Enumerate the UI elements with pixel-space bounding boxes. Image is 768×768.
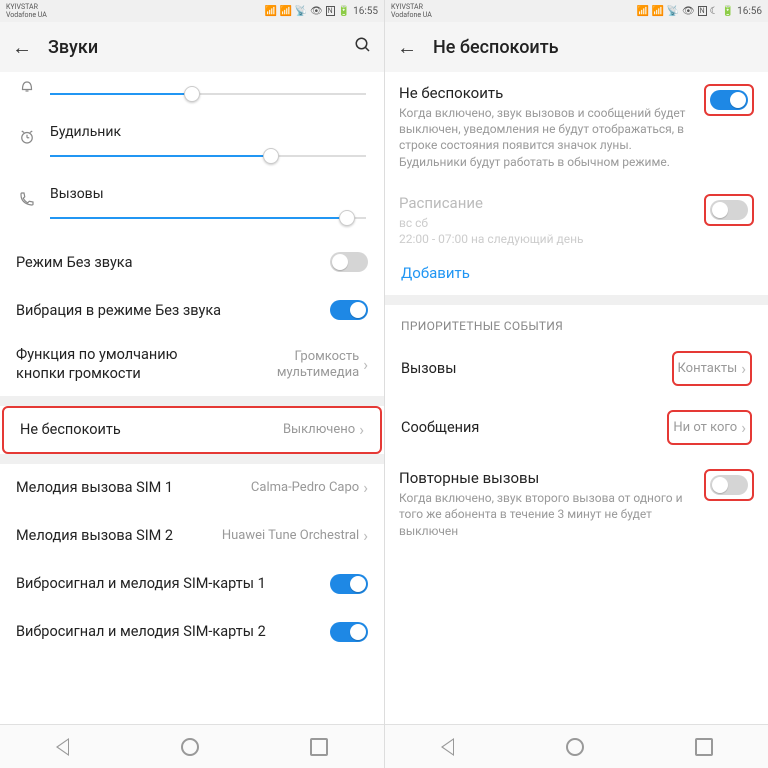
slider-alarm-label: Будильник	[50, 124, 366, 140]
clock: 16:55	[353, 6, 378, 17]
row-vibe-sim2[interactable]: Вибросигнал и мелодия SIM-карты 2	[0, 608, 384, 656]
chevron-icon: ›	[741, 359, 746, 378]
slider-alarm[interactable]: Будильник	[0, 114, 384, 176]
row-add-schedule[interactable]: Добавить	[385, 259, 768, 295]
chevron-icon: ›	[363, 478, 368, 497]
nav-home[interactable]	[566, 738, 584, 756]
row-ringtone-sim2[interactable]: Мелодия вызова SIM 2 Huawei Tune Orchest…	[0, 512, 384, 560]
row-repeat-calls: Повторные вызовы Когда включено, звук вт…	[385, 457, 768, 551]
bell-icon	[12, 76, 42, 99]
row-messages-priority[interactable]: Сообщения Ни от кого ›	[385, 398, 768, 457]
back-icon[interactable]: ←	[12, 35, 32, 60]
nav-back[interactable]	[56, 738, 70, 756]
nfc-icon: N	[326, 6, 335, 16]
nav-recent[interactable]	[695, 738, 713, 756]
eye-icon: 👁	[682, 6, 695, 17]
slider-calls-label: Вызовы	[50, 186, 366, 202]
carrier-1: KYIVSTAR	[391, 3, 432, 11]
slider-calls[interactable]: Вызовы	[0, 176, 384, 238]
page-title: Звуки	[48, 37, 338, 58]
section-priority: ПРИОРИТЕТНЫЕ СОБЫТИЯ	[385, 305, 768, 339]
battery-icon: 🔋	[338, 6, 350, 17]
chevron-icon: ›	[741, 418, 746, 437]
moon-icon: ☾	[710, 6, 719, 17]
chevron-icon: ›	[363, 355, 368, 374]
row-volume-fn[interactable]: Функция по умолчанию кнопки громкости Гр…	[0, 334, 384, 396]
header: ← Не беспокоить	[385, 22, 768, 72]
row-vibe-sim1[interactable]: Вибросигнал и мелодия SIM-карты 1	[0, 560, 384, 608]
row-dnd-master: Не беспокоить Когда включено, звук вызов…	[385, 72, 768, 182]
nav-bar	[385, 724, 768, 768]
search-icon[interactable]	[354, 36, 372, 59]
slider-melody[interactable]: Мелодии	[0, 72, 384, 114]
signal-icon: 📶 📶 📡	[265, 6, 307, 17]
carrier-1: KYIVSTAR	[6, 3, 47, 11]
nav-recent[interactable]	[310, 738, 328, 756]
nav-back[interactable]	[441, 738, 455, 756]
row-silent-mode[interactable]: Режим Без звука	[0, 238, 384, 286]
header: ← Звуки	[0, 22, 384, 72]
toggle-dnd[interactable]	[710, 90, 748, 110]
row-calls-priority[interactable]: Вызовы Контакты ›	[385, 339, 768, 398]
battery-icon: 🔋	[722, 6, 734, 17]
signal-icon: 📶 📶 📡	[637, 6, 679, 17]
alarm-icon	[12, 128, 42, 151]
toggle-vibe-sim2[interactable]	[330, 622, 368, 642]
toggle-vibe-sim1[interactable]	[330, 574, 368, 594]
back-icon[interactable]: ←	[397, 35, 417, 60]
clock: 16:56	[737, 6, 762, 17]
carrier-2: Vodafone UA	[6, 11, 47, 19]
phone-icon	[12, 190, 42, 213]
screen-dnd: KYIVSTAR Vodafone UA 📶 📶 📡 👁 N ☾ 🔋 16:56…	[384, 0, 768, 768]
row-ringtone-sim1[interactable]: Мелодия вызова SIM 1 Calma-Pedro Capo ›	[0, 464, 384, 512]
page-title: Не беспокоить	[433, 37, 756, 58]
toggle-repeat-calls[interactable]	[710, 475, 748, 495]
toggle-silent[interactable]	[330, 252, 368, 272]
row-schedule[interactable]: Расписание вс сб 22:00 - 07:00 на следую…	[385, 182, 768, 259]
nfc-icon: N	[698, 6, 707, 16]
nav-bar	[0, 724, 384, 768]
chevron-icon: ›	[363, 526, 368, 545]
nav-home[interactable]	[181, 738, 199, 756]
screen-sounds: KYIVSTAR Vodafone UA 📶 📶 📡 👁 N 🔋 16:55 ←…	[0, 0, 384, 768]
row-dnd[interactable]: Не беспокоить Выключено ›	[2, 406, 382, 454]
toggle-vibe-silent[interactable]	[330, 300, 368, 320]
carrier-2: Vodafone UA	[391, 11, 432, 19]
row-vibe-silent[interactable]: Вибрация в режиме Без звука	[0, 286, 384, 334]
toggle-schedule[interactable]	[710, 200, 748, 220]
status-bar: KYIVSTAR Vodafone UA 📶 📶 📡 👁 N ☾ 🔋 16:56	[385, 0, 768, 22]
chevron-icon: ›	[359, 420, 364, 439]
eye-icon: 👁	[310, 6, 323, 17]
status-bar: KYIVSTAR Vodafone UA 📶 📶 📡 👁 N 🔋 16:55	[0, 0, 384, 22]
